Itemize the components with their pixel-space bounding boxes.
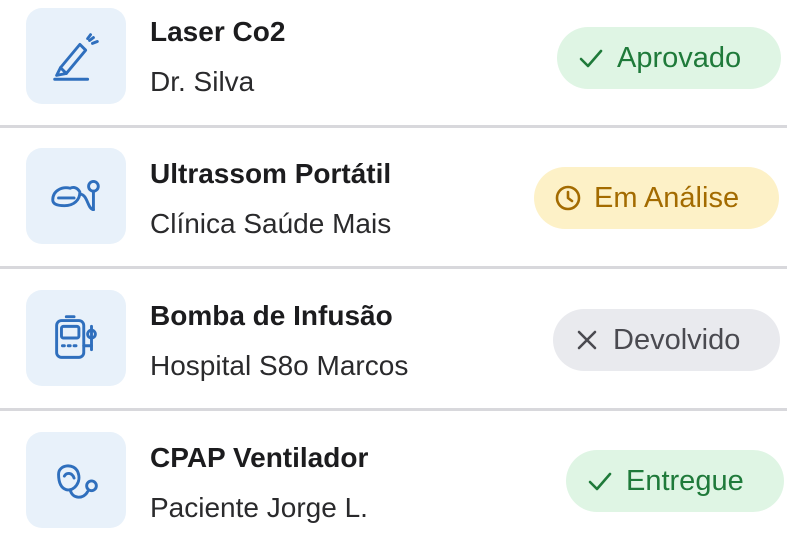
list-item[interactable]: CPAP Ventilador Paciente Jorge L. Entreg…	[0, 422, 787, 550]
item-subtitle: Clínica Saúde Mais	[150, 208, 392, 239]
item-subtitle: Paciente Jorge L.	[150, 492, 368, 523]
device-icon-box	[26, 148, 126, 244]
divider	[0, 266, 787, 269]
close-icon	[573, 326, 601, 354]
device-icon-box	[26, 8, 126, 104]
status-label: Entregue	[626, 464, 744, 497]
cpap-mask-icon	[57, 464, 98, 499]
ultrasound-probe-icon	[51, 180, 100, 212]
clock-icon	[554, 184, 582, 212]
list-item[interactable]: Ultrassom Portátil Clínica Saúde Mais Em…	[0, 140, 787, 268]
status-badge: Em Análise	[534, 167, 780, 229]
check-icon	[586, 467, 614, 495]
device-icon-box	[26, 290, 126, 386]
status-label: Devolvido	[613, 323, 741, 356]
item-title: Bomba de Infusão	[150, 300, 393, 331]
item-title: Laser Co2	[150, 16, 286, 47]
device-icon-box	[26, 432, 126, 528]
item-subtitle: Dr. Silva	[150, 66, 255, 97]
status-badge: Aprovado	[557, 27, 782, 89]
status-label: Em Análise	[594, 181, 740, 214]
list-item[interactable]: Bomba de Infusão Hospital S8o Marcos Dev…	[0, 282, 787, 410]
check-icon	[577, 44, 605, 72]
item-title: CPAP Ventilador	[150, 442, 369, 473]
item-title: Ultrassom Portátil	[150, 158, 392, 189]
status-label: Aprovado	[617, 41, 742, 74]
divider	[0, 125, 787, 128]
status-badge: Devolvido	[553, 309, 781, 371]
status-badge: Entregue	[566, 450, 784, 512]
divider	[0, 408, 787, 411]
infusion-pump-icon	[55, 315, 97, 359]
laser-pen-icon	[53, 33, 99, 81]
list-item[interactable]: Laser Co2 Dr. Silva Aprovado	[0, 0, 787, 128]
item-subtitle: Hospital S8o Marcos	[150, 350, 409, 381]
